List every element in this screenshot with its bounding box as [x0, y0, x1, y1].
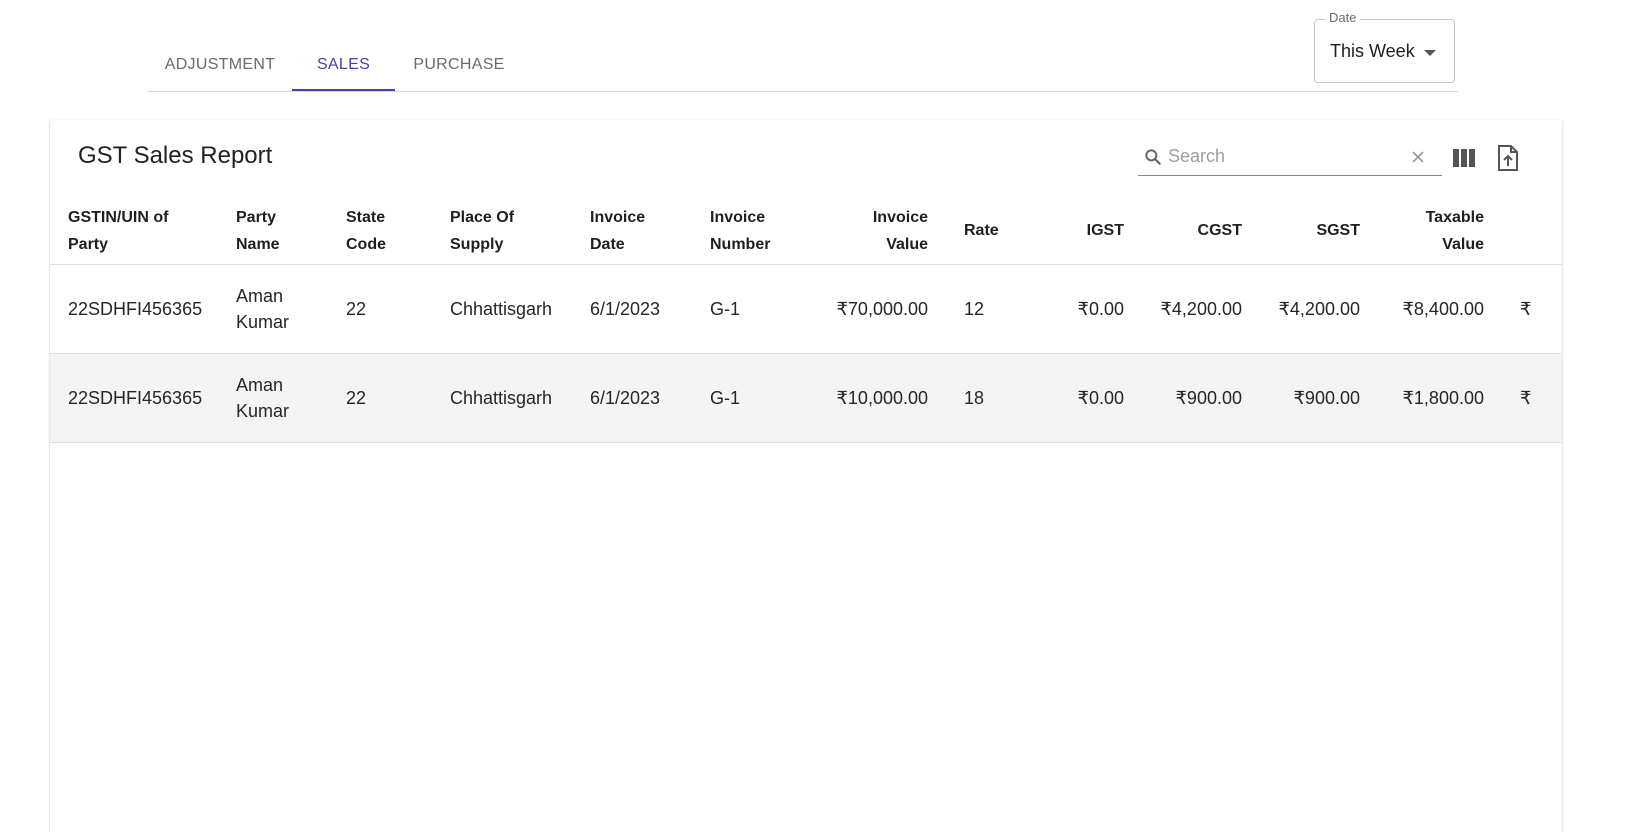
date-filter-label: Date	[1325, 10, 1361, 25]
search-icon	[1138, 147, 1168, 167]
cell-place-of-supply: Chhattisgarh	[450, 298, 553, 319]
cell-sgst: ₹900.00	[1293, 387, 1360, 408]
col-header-cgst[interactable]: CGST	[1124, 198, 1242, 264]
report-title: GST Sales Report	[78, 142, 273, 169]
cell-party-name: Aman Kumar	[236, 285, 290, 332]
tab-adjustment[interactable]: ADJUSTMENT	[148, 38, 292, 92]
report-card: GST Sales Report Search GSTIN/UIN of Par…	[50, 120, 1562, 832]
col-header-igst[interactable]: IGST	[1034, 198, 1124, 264]
table-row[interactable]: 22SDHFI456365 Aman Kumar 22 Chhattisgarh …	[50, 264, 1562, 353]
cell-rate: 18	[964, 387, 985, 408]
cell-invoice-number: G-1	[710, 387, 741, 408]
cell-cgst: ₹4,200.00	[1160, 298, 1242, 319]
cell-cgst: ₹900.00	[1175, 387, 1242, 408]
col-header-invoice-value[interactable]: Invoice Value	[810, 198, 928, 264]
search-bar	[1138, 138, 1442, 176]
col-header-invoice-number[interactable]: Invoice Number	[710, 198, 810, 264]
col-header-invoice-date[interactable]: Invoice Date	[590, 198, 710, 264]
col-header-sgst[interactable]: SGST	[1242, 198, 1360, 264]
cell-invoice-value: ₹70,000.00	[836, 298, 928, 319]
search-input[interactable]	[1168, 146, 1400, 167]
cell-rate: 12	[964, 298, 985, 319]
cell-party-name: Aman Kumar	[236, 374, 290, 421]
cell-overflow: ₹	[1520, 387, 1532, 408]
columns-icon[interactable]	[1448, 142, 1480, 174]
table-header-row: GSTIN/UIN of Party Party Name State Code Pl…	[50, 198, 1562, 264]
date-filter-select[interactable]: Date This Week	[1314, 10, 1455, 83]
col-header-place-of-supply[interactable]: Place Of Supply	[450, 198, 590, 264]
tab-purchase[interactable]: PURCHASE	[395, 38, 523, 92]
cell-taxable-value: ₹1,800.00	[1402, 387, 1484, 408]
date-filter-value: This Week	[1330, 40, 1415, 61]
report-tabs: ADJUSTMENT SALES PURCHASE	[148, 38, 1458, 92]
cell-invoice-date: 6/1/2023	[590, 298, 661, 319]
cell-state-code: 22	[346, 298, 367, 319]
cell-gstin: 22SDHFI456365	[68, 387, 203, 408]
gst-report-page: ADJUSTMENT SALES PURCHASE Date This Week…	[0, 0, 1628, 832]
chevron-down-icon	[1424, 50, 1436, 56]
report-table: GSTIN/UIN of Party Party Name State Code Pl…	[50, 198, 1562, 443]
active-tab-indicator	[292, 89, 395, 91]
col-header-gstin[interactable]: GSTIN/UIN of Party	[50, 198, 236, 264]
cell-taxable-value: ₹8,400.00	[1402, 298, 1484, 319]
cell-invoice-value: ₹10,000.00	[836, 387, 928, 408]
cell-place-of-supply: Chhattisgarh	[450, 387, 553, 408]
export-file-icon[interactable]	[1492, 142, 1524, 174]
table-row[interactable]: 22SDHFI456365 Aman Kumar 22 Chhattisgarh …	[50, 353, 1562, 442]
tab-sales[interactable]: SALES	[292, 38, 395, 92]
col-header-party-name[interactable]: Party Name	[236, 198, 346, 264]
col-header-taxable-value[interactable]: Taxable Value	[1360, 198, 1484, 264]
close-icon[interactable]	[1400, 149, 1436, 165]
cell-igst: ₹0.00	[1077, 298, 1125, 319]
col-header-rate[interactable]: Rate	[928, 198, 1034, 264]
cell-state-code: 22	[346, 387, 367, 408]
col-header-state-code[interactable]: State Code	[346, 198, 450, 264]
report-table-container: GSTIN/UIN of Party Party Name State Code Pl…	[50, 198, 1562, 443]
cell-invoice-number: G-1	[710, 298, 741, 319]
cell-sgst: ₹4,200.00	[1278, 298, 1360, 319]
cell-igst: ₹0.00	[1077, 387, 1125, 408]
cell-invoice-date: 6/1/2023	[590, 387, 661, 408]
cell-gstin: 22SDHFI456365	[68, 298, 203, 319]
cell-overflow: ₹	[1520, 298, 1532, 319]
col-header-overflow	[1484, 198, 1562, 264]
